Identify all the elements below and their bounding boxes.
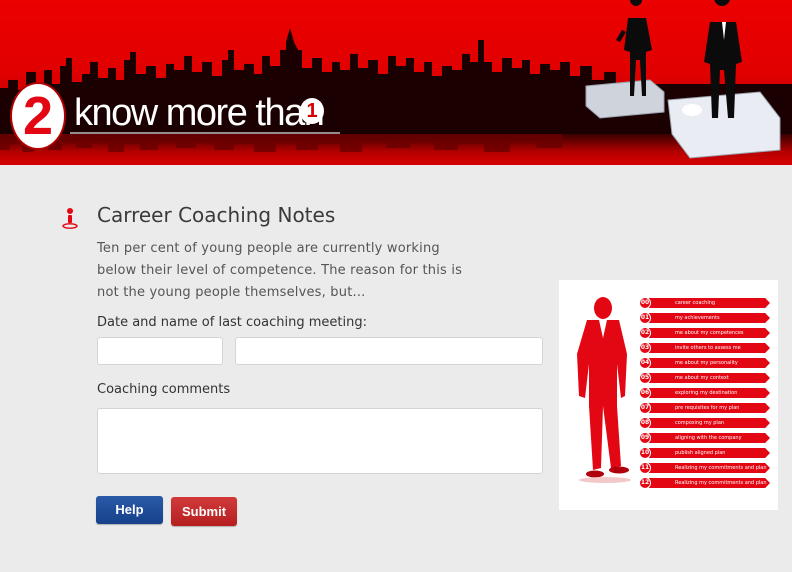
- step-number: 05: [639, 372, 651, 384]
- step-number: 08: [639, 417, 651, 429]
- infographic-step: aligning with the company 09: [639, 432, 770, 444]
- banner-tagline: know more than: [74, 92, 325, 134]
- step-number: 03: [639, 342, 651, 354]
- step-number: 12: [639, 477, 651, 489]
- logo-number: 2: [22, 86, 54, 146]
- step-label: invite others to assess me: [649, 343, 770, 353]
- date-name-label: Date and name of last coaching meeting:: [97, 315, 367, 330]
- infographic-step: Realizing my commitments and plan 12: [639, 477, 770, 489]
- infographic-step: pre requisites for my plan 07: [639, 402, 770, 414]
- intro-text: Ten per cent of young people are current…: [97, 241, 463, 300]
- submit-button[interactable]: Submit: [171, 497, 237, 526]
- step-label: Realizing my commitments and plan: [649, 478, 770, 488]
- infographic-step: career coaching 00: [639, 297, 770, 309]
- tagline-number-badge: 1: [300, 98, 324, 124]
- infographic-step: me about my personality 04: [639, 357, 770, 369]
- step-number: 07: [639, 402, 651, 414]
- infographic-step: composing my plan 08: [639, 417, 770, 429]
- man-silhouette-illustration: [577, 297, 631, 483]
- step-label: Realizing my commitments and plan: [649, 463, 770, 473]
- step-label: me about my context: [649, 373, 770, 383]
- step-number: 00: [639, 297, 651, 309]
- step-label: pre requisites for my plan: [649, 403, 770, 413]
- coaching-comments-label: Coaching comments: [97, 382, 231, 397]
- step-number: 02: [639, 327, 651, 339]
- step-number: 01: [639, 312, 651, 324]
- infographic-step: publish aligned plan 10: [639, 447, 770, 459]
- step-number: 04: [639, 357, 651, 369]
- infographic-step: invite others to assess me 03: [639, 342, 770, 354]
- city-skyline-illustration: [0, 0, 792, 159]
- step-number: 09: [639, 432, 651, 444]
- infographic-step: my achievements 01: [639, 312, 770, 324]
- step-label: career coaching: [649, 298, 770, 308]
- meeting-name-input[interactable]: [235, 337, 543, 365]
- meeting-date-input[interactable]: [97, 337, 223, 365]
- infographic-step: me about my context 05: [639, 372, 770, 384]
- infographic-step: me about my competences 02: [639, 327, 770, 339]
- step-label: composing my plan: [649, 418, 770, 428]
- infographic-step: Realizing my commitments and plan 11: [639, 462, 770, 474]
- step-label: publish aligned plan: [649, 448, 770, 458]
- step-label: me about my competences: [649, 328, 770, 338]
- infographic-step: exploring my destination 06: [639, 387, 770, 399]
- page-title: Carreer Coaching Notes: [97, 203, 336, 227]
- step-number: 11: [639, 462, 651, 474]
- person-pin-icon: [62, 208, 78, 229]
- step-label: me about my personality: [649, 358, 770, 368]
- career-coaching-infographic: career coaching 00 my achievements 01 me…: [559, 280, 778, 510]
- help-button[interactable]: Help: [96, 496, 163, 524]
- header-banner: 2 know more than 1: [0, 0, 792, 165]
- step-label: my achievements: [649, 313, 770, 323]
- step-number: 06: [639, 387, 651, 399]
- coaching-comments-textarea[interactable]: [97, 408, 543, 474]
- step-label: aligning with the company: [649, 433, 770, 443]
- step-label: exploring my destination: [649, 388, 770, 398]
- step-number: 10: [639, 447, 651, 459]
